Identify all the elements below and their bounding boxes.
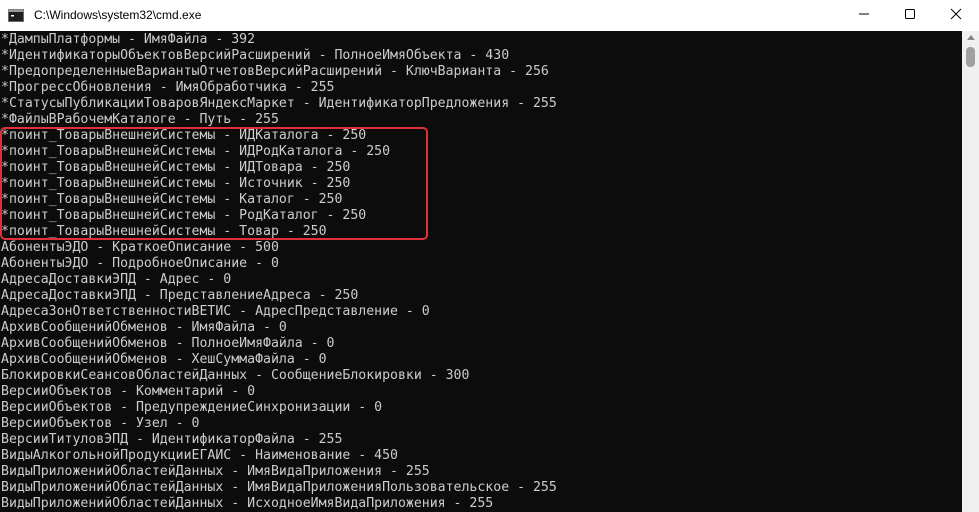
maximize-icon [904,8,916,23]
vertical-scrollbar[interactable] [962,31,979,512]
console-line: БлокировкиСеансовОбластейДанных - Сообще… [1,368,470,383]
console-line: ВерсииОбъектов - Комментарий - 0 [1,384,256,399]
close-icon [950,8,962,23]
console-lines: *ДампыПлатформы - ИмяФайла - 392 *Иденти… [1,32,557,512]
scroll-thumb[interactable] [966,47,975,67]
console-line: ВидыПриложенийОбластейДанных - ИмяВидаПр… [1,480,557,495]
console-output[interactable]: *ДампыПлатформы - ИмяФайла - 392 *Иденти… [0,31,962,512]
console-line: ВидыПриложенийОбластейДанных - ИсходноеИ… [1,496,494,511]
cmd-window: C:\Windows\system32\cmd.exe *ДампыПлатфо… [0,0,979,512]
console-line: АбонентыЭДО - ПодробноеОписание - 0 [1,256,279,271]
console-line: *ИдентификаторыОбъектовВерсийРасширений … [1,48,510,63]
console-line: *ДампыПлатформы - ИмяФайла - 392 [1,32,256,47]
console-line: АдресаДоставкиЭПД - Адрес - 0 [1,272,232,287]
console-line: АрхивСообщенийОбменов - ИмяФайла - 0 [1,320,287,335]
maximize-button[interactable] [887,0,933,31]
console-line: *поинт_ТоварыВнешнейСистемы - ИДКаталога… [1,128,367,143]
minimize-icon [858,8,870,23]
console-line: *ПрогрессОбновления - ИмяОбработчика - 2… [1,80,335,95]
console-line: *ФайлыВРабочемКаталоге - Путь - 255 [1,112,279,127]
scroll-up-arrow-icon[interactable] [967,35,975,40]
console-line: АрхивСообщенийОбменов - ХешСуммаФайла - … [1,352,327,367]
console-line: АрхивСообщенийОбменов - ПолноеИмяФайла -… [1,336,335,351]
console-line: *поинт_ТоварыВнешнейСистемы - Товар - 25… [1,224,327,239]
console-line: АдресаЗонОтветственностиВЕТИС - АдресПре… [1,304,430,319]
console-line: ВидыАлкогольнойПродукцииЕГАИС - Наименов… [1,448,398,463]
console-line: АбонентыЭДО - КраткоеОписание - 500 [1,240,279,255]
minimize-button[interactable] [841,0,887,31]
console-line: ВерсииОбъектов - ПредупреждениеСинхрониз… [1,400,383,415]
console-line: АдресаДоставкиЭПД - ПредставлениеАдреса … [1,288,359,303]
console-line: *поинт_ТоварыВнешнейСистемы - ИДРодКатал… [1,144,391,159]
console-line: ВидыПриложенийОбластейДанных - ИмяВидаПр… [1,464,430,479]
console-line: *поинт_ТоварыВнешнейСистемы - РодКаталог… [1,208,367,223]
console-line: ВерсииОбъектов - Узел - 0 [1,416,200,431]
console-line: *поинт_ТоварыВнешнейСистемы - ИДТовара -… [1,160,351,175]
cmd-icon [8,9,24,22]
console-line: *поинт_ТоварыВнешнейСистемы - Источник -… [1,176,351,191]
title-bar[interactable]: C:\Windows\system32\cmd.exe [0,0,979,31]
window-title: C:\Windows\system32\cmd.exe [34,8,202,22]
console-line: *поинт_ТоварыВнешнейСистемы - Каталог - … [1,192,343,207]
console-line: *СтатусыПубликацииТоваровЯндексМаркет - … [1,96,557,111]
console-line: ВерсииТитуловЭПД - ИдентификаторФайла - … [1,432,343,447]
console-line: *ПредопределенныеВариантыОтчетовВерсийРа… [1,64,549,79]
close-button[interactable] [933,0,979,31]
